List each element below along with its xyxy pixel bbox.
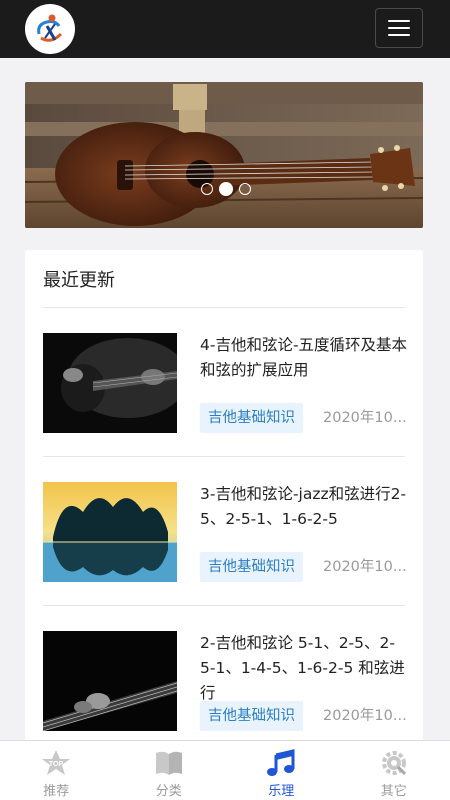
article-thumbnail: [43, 482, 177, 582]
nav-label: 乐理: [268, 784, 295, 799]
book-icon: [155, 751, 182, 775]
menu-button[interactable]: [375, 8, 423, 48]
nav-label: 推荐: [43, 784, 70, 799]
nav-item-other[interactable]: 其它: [338, 741, 450, 800]
divider: [43, 456, 405, 457]
latest-updates-card: 最近更新 4-吉他和弦论-五度循环及基本和弦的扩展应用 吉他基础知识 2020年…: [25, 250, 423, 770]
category-tag[interactable]: 吉他基础知识: [200, 403, 303, 433]
nav-item-music-theory[interactable]: 乐理: [225, 741, 338, 800]
article-date: 2020年10...: [323, 559, 407, 575]
top-star-icon: TOP: [42, 750, 71, 775]
article-title: 4-吉他和弦论-五度循环及基本和弦的扩展应用: [200, 336, 408, 379]
article-title: 3-吉他和弦论-jazz和弦进行2-5、2-5-1、1-6-2-5: [200, 485, 407, 528]
nav-item-recommend[interactable]: TOP 推荐: [0, 741, 113, 800]
divider: [43, 605, 405, 606]
carousel-dot[interactable]: [201, 183, 213, 195]
music-note-icon: [267, 749, 295, 776]
nav-item-category[interactable]: 分类: [113, 741, 226, 800]
article-thumbnail: [43, 333, 177, 433]
banner-carousel[interactable]: [25, 82, 423, 228]
nav-label: 其它: [380, 784, 407, 799]
list-item[interactable]: 4-吉他和弦论-五度循环及基本和弦的扩展应用 吉他基础知识 2020年10...: [43, 333, 408, 443]
bottom-nav: TOP 推荐 分类 乐理 其它: [0, 740, 450, 800]
banner-ukulele-image: [25, 82, 423, 228]
list-item[interactable]: 2-吉他和弦论 5-1、2-5、2-5-1、1-4-5、1-6-2-5 和弦进行…: [43, 631, 407, 741]
carousel-dots: [201, 182, 251, 196]
article-thumbnail: [43, 631, 177, 731]
article-date: 2020年10...: [323, 708, 407, 724]
svg-text:TOP: TOP: [49, 761, 64, 768]
section-title: 最近更新: [43, 270, 115, 291]
nav-label: 分类: [155, 784, 182, 799]
divider: [43, 307, 405, 308]
category-tag[interactable]: 吉他基础知识: [200, 552, 303, 582]
hamburger-menu-icon: [388, 20, 410, 22]
top-bar: [0, 0, 450, 58]
category-tag[interactable]: 吉他基础知识: [200, 701, 303, 731]
guitar-logo-icon[interactable]: [25, 4, 75, 54]
article-title: 2-吉他和弦论 5-1、2-5、2-5-1、1-4-5、1-6-2-5 和弦进行: [200, 634, 405, 702]
carousel-dot[interactable]: [239, 183, 251, 195]
list-item[interactable]: 3-吉他和弦论-jazz和弦进行2-5、2-5-1、1-6-2-5 吉他基础知识…: [43, 482, 407, 592]
carousel-dot-active[interactable]: [219, 182, 233, 196]
gear-icon: [381, 751, 406, 776]
article-date: 2020年10...: [323, 410, 407, 426]
